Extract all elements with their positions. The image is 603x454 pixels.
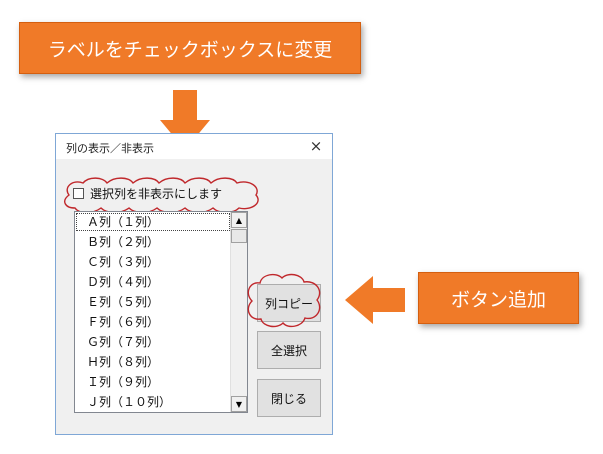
dialog-title: 列の表示／非表示 (66, 142, 154, 155)
list-item[interactable]: Ａ列（１列） (75, 212, 231, 232)
column-listbox[interactable]: Ａ列（１列） Ｂ列（２列） Ｃ列（３列） Ｄ列（４列） Ｅ列（５列） Ｆ列（６列… (74, 211, 248, 413)
list-item[interactable]: Ｃ列（３列） (75, 252, 231, 272)
list-scrollbar[interactable]: ▲ ▼ (230, 212, 247, 412)
hide-columns-checkbox[interactable]: 選択列を非表示にします (64, 177, 259, 214)
dialog-titlebar: 列の表示／非表示 × (56, 134, 332, 159)
list-item[interactable]: Ｄ列（４列） (75, 272, 231, 292)
scrollbar-thumb[interactable] (231, 229, 247, 243)
close-button[interactable]: 閉じる (257, 379, 321, 417)
copy-columns-button[interactable]: 列コピー (257, 284, 321, 322)
annotation-callout-button: ボタン追加 (418, 272, 579, 324)
list-item[interactable]: Ｆ列（６列） (75, 312, 231, 332)
list-item[interactable]: Ｅ列（５列） (75, 292, 231, 312)
scroll-up-icon[interactable]: ▲ (231, 212, 247, 228)
list-items: Ａ列（１列） Ｂ列（２列） Ｃ列（３列） Ｄ列（４列） Ｅ列（５列） Ｆ列（６列… (75, 212, 231, 412)
list-item[interactable]: Ｊ列（１０列） (75, 392, 231, 412)
checkbox-label: 選択列を非表示にします (90, 186, 223, 201)
close-icon[interactable]: × (306, 136, 326, 156)
dialog-window: 列の表示／非表示 × 選択列を非表示にします Ａ列（１列） Ｂ列（２列） Ｃ列（… (55, 133, 333, 435)
arrow-left-icon (345, 276, 405, 324)
list-item[interactable]: Ｇ列（７列） (75, 332, 231, 352)
annotation-callout-checkbox: ラベルをチェックボックスに変更 (19, 22, 361, 74)
checkbox-icon[interactable] (73, 187, 84, 199)
list-item[interactable]: Ｂ列（２列） (75, 232, 231, 252)
select-all-button[interactable]: 全選択 (257, 331, 321, 369)
scroll-down-icon[interactable]: ▼ (231, 396, 247, 412)
list-item[interactable]: Ｈ列（８列） (75, 352, 231, 372)
list-item[interactable]: Ｉ列（９列） (75, 372, 231, 392)
